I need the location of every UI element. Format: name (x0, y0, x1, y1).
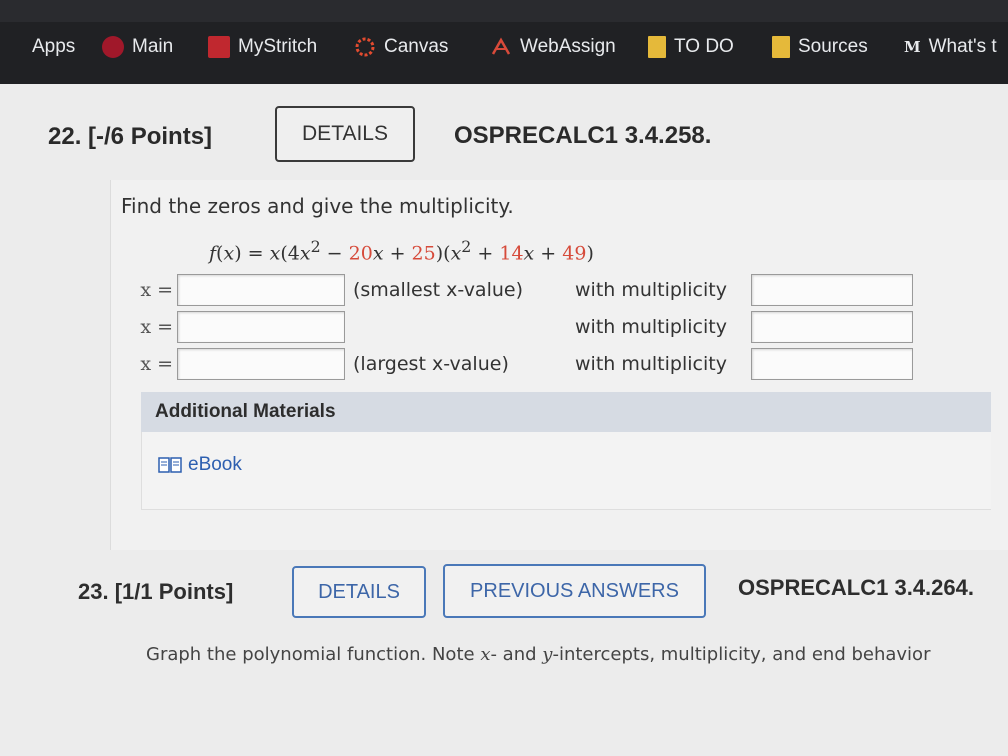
multiplicity-label: with multiplicity (575, 316, 727, 338)
multiplicity-input-3[interactable] (751, 348, 913, 380)
x-label: x = (140, 316, 173, 338)
canvas-ring-icon (354, 36, 376, 58)
zero-input-largest[interactable] (177, 348, 345, 380)
bookmark-webassign[interactable]: WebAssign (490, 34, 616, 60)
ebook-label: eBook (188, 454, 242, 475)
bookmark-label: WebAssign (520, 36, 616, 57)
question-23-points: 23. [1/1 Points] (78, 579, 234, 604)
multiplicity-input-2[interactable] (751, 311, 913, 343)
zero-row-2: x = with multiplicity (111, 311, 1008, 345)
x-label: x = (140, 279, 173, 301)
zero-input-smallest[interactable] (177, 274, 345, 306)
bookmark-label: What's t (928, 36, 997, 57)
bookmark-mystritch[interactable]: MyStritch (208, 34, 317, 60)
bookmark-label: Main (132, 36, 174, 57)
question-23-text: Graph the polynomial function. Note x- a… (146, 644, 930, 665)
additional-materials-body: eBook (141, 432, 991, 510)
question-22-body: Find the zeros and give the multiplicity… (110, 180, 1008, 550)
bookmark-label: Sources (798, 36, 868, 57)
question-22-code: OSPRECALC1 3.4.258. (454, 122, 712, 149)
bookmark-canvas[interactable]: Canvas (354, 34, 448, 60)
q23-text-x: x (480, 644, 491, 665)
multiplicity-label: with multiplicity (575, 353, 727, 375)
bookmark-todo[interactable]: TO DO (648, 34, 734, 60)
tab-strip-edge (0, 0, 1008, 22)
main-circle-icon (102, 36, 124, 58)
folder-icon (648, 36, 666, 58)
x-label: x = (140, 353, 173, 375)
question-23-code: OSPRECALC1 3.4.264. (738, 575, 974, 600)
bookmark-label: MyStritch (238, 36, 318, 57)
bookmark-apps[interactable]: Apps (2, 34, 75, 60)
bookmark-label: TO DO (674, 36, 734, 57)
details-button[interactable]: DETAILS (275, 106, 415, 162)
largest-note: (largest x-value) (353, 353, 509, 375)
bookmarks-bar: Apps Main MyStritch Canvas WebAssign TO … (0, 0, 1008, 84)
multiplicity-label: with multiplicity (575, 279, 727, 301)
folder-icon (772, 36, 790, 58)
medium-m-icon: M (904, 38, 921, 56)
q23-text-part: - and (490, 644, 543, 665)
question-22-header: 22. [-/6 Points] DETAILS OSPRECALC1 3.4.… (30, 92, 1008, 180)
bookmark-label: Canvas (384, 36, 449, 57)
zero-row-1: x = (smallest x-value) with multiplicity (111, 274, 1008, 308)
bookmark-whats[interactable]: M What's t (904, 34, 997, 60)
mystritch-square-icon (208, 36, 230, 58)
apps-grid-icon (2, 36, 24, 58)
multiplicity-input-1[interactable] (751, 274, 913, 306)
page-content: 22. [-/6 Points] DETAILS OSPRECALC1 3.4.… (0, 84, 1008, 756)
function-formula: f(x) = x(4x2 − 20x + 25)(x2 + 14x + 49) (209, 237, 594, 265)
details-button-23[interactable]: DETAILS (292, 566, 426, 618)
zero-input-middle[interactable] (177, 311, 345, 343)
bookmark-sources[interactable]: Sources (772, 34, 868, 60)
q23-text-y: y (542, 644, 553, 665)
question-22-points: 22. [-/6 Points] (48, 123, 213, 150)
zero-row-3: x = (largest x-value) with multiplicity (111, 348, 1008, 382)
q23-text-part: Graph the polynomial function. Note (146, 644, 481, 665)
book-icon (158, 456, 182, 474)
ebook-link[interactable]: eBook (158, 454, 242, 476)
question-prompt: Find the zeros and give the multiplicity… (121, 194, 514, 218)
q23-text-part: -intercepts, multiplicity, and end behav… (552, 644, 931, 665)
webassign-icon (490, 36, 512, 58)
bookmark-label: Apps (32, 36, 76, 57)
smallest-note: (smallest x-value) (353, 279, 523, 301)
bookmark-main[interactable]: Main (102, 34, 173, 60)
previous-answers-button[interactable]: PREVIOUS ANSWERS (443, 564, 706, 618)
additional-materials-header: Additional Materials (141, 392, 991, 432)
